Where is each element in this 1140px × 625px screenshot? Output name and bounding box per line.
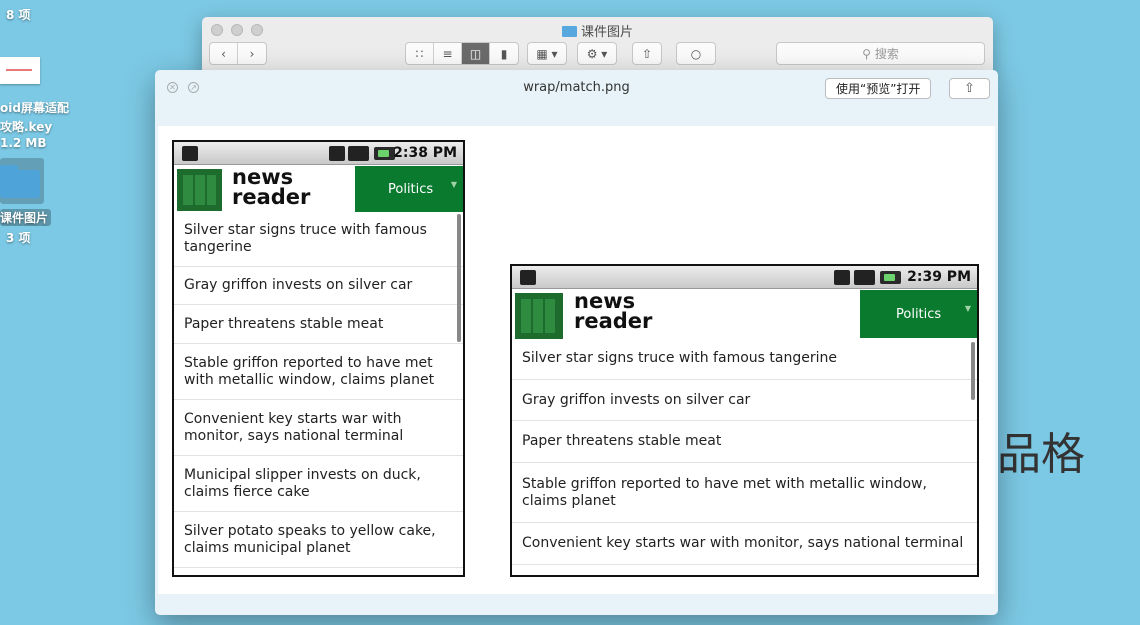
sim-icon <box>182 146 198 161</box>
scrollbar[interactable] <box>971 342 975 400</box>
list-item[interactable]: Convenient key starts war with monitor, … <box>174 400 463 456</box>
desktop-item-size: 1.2 MB <box>0 136 47 150</box>
list-item[interactable]: Municipal slipper invests on duck, claim… <box>174 456 463 512</box>
status-bar: 2:38 PM <box>174 142 463 165</box>
news-list: Silver star signs truce with famous tang… <box>512 338 977 575</box>
list-item[interactable]: Convenient key starts war with monitor, … <box>512 523 977 565</box>
list-item[interactable]: Silver star signs truce with famous tang… <box>512 338 977 380</box>
search-input[interactable]: ⚲ 搜索 <box>776 42 985 65</box>
category-spinner[interactable]: Politics ▼ <box>860 290 977 338</box>
newspaper-logo-icon <box>515 293 563 339</box>
category-spinner[interactable]: Politics ▼ <box>355 166 463 212</box>
battery-icon <box>374 147 395 160</box>
desktop-item-name: 课件图片 <box>0 209 52 226</box>
app-brand: news reader <box>574 289 653 333</box>
image-preview: 2:38 PM news reader Politics ▼ Silver st… <box>158 126 995 594</box>
chevron-down-icon: ▼ <box>450 180 457 189</box>
arrange-icon[interactable]: ▦ ▾ <box>527 42 567 65</box>
list-item[interactable]: Gray griffon invests on silver car <box>174 267 463 305</box>
share-icon[interactable]: ⇧ <box>632 42 662 65</box>
scrollbar[interactable] <box>457 214 461 342</box>
sim-icon <box>520 270 536 285</box>
desktop-item-size: 3 项 <box>6 231 31 245</box>
coverflow-view-icon[interactable]: ▮ <box>490 43 518 64</box>
nav-buttons: ‹ › <box>209 42 267 65</box>
list-item[interactable]: Silver star signs truce with famous tang… <box>174 212 463 267</box>
3g-icon <box>834 270 850 285</box>
list-item[interactable]: Gray griffon invests on silver car <box>512 380 977 421</box>
share-icon: ⇧ <box>964 81 975 96</box>
status-time: 2:39 PM <box>907 269 971 285</box>
app-bar: news reader Politics ▼ <box>174 166 463 212</box>
column-view-icon[interactable]: ◫ <box>462 43 490 64</box>
forward-icon[interactable]: › <box>238 43 266 64</box>
icon-view-icon[interactable]: ∷ <box>406 43 434 64</box>
list-view-icon[interactable]: ≡ <box>434 43 462 64</box>
view-switcher: ∷ ≡ ◫ ▮ <box>405 42 519 65</box>
search-icon: ⚲ <box>862 46 871 61</box>
chevron-down-icon: ▼ <box>964 304 971 313</box>
signal-icon <box>854 270 875 285</box>
desktop-item-name: oid屏幕适配 <box>0 101 69 115</box>
window-title: 课件图片 <box>202 21 993 40</box>
app-bar: news reader Politics ▼ <box>512 289 977 339</box>
share-button[interactable]: ⇧ <box>949 78 990 99</box>
battery-icon <box>880 271 901 284</box>
desktop-item-name: 攻略.key <box>0 120 53 134</box>
gear-icon[interactable]: ⚙ ▾ <box>577 42 617 65</box>
signal-icon <box>348 146 369 161</box>
desktop-item-size: 8 项 <box>6 8 31 22</box>
background-slide-text: 品格 <box>997 429 1085 480</box>
finder-window: 课件图片 ‹ › ∷ ≡ ◫ ▮ ▦ ▾ ⚙ ▾ ⇧ ○ ⚲ 搜索 <box>202 17 993 77</box>
back-icon[interactable]: ‹ <box>210 43 238 64</box>
android-screenshot-left: 2:38 PM news reader Politics ▼ Silver st… <box>172 140 465 577</box>
list-item[interactable]: Paper threatens stable meat <box>174 305 463 344</box>
keynote-file-icon <box>0 57 40 84</box>
list-item[interactable]: Stable griffon reported to have met with… <box>512 463 977 523</box>
newspaper-logo-icon <box>177 169 222 211</box>
list-item[interactable]: Paper threatens stable meat <box>512 421 977 463</box>
status-bar: 2:39 PM <box>512 266 977 289</box>
folder-icon <box>0 158 44 204</box>
news-list: Silver star signs truce with famous tang… <box>174 212 463 575</box>
list-item[interactable]: Silver potato speaks to yellow cake, cla… <box>174 512 463 568</box>
android-screenshot-right: 2:39 PM news reader Politics ▼ Silver st… <box>510 264 979 577</box>
open-with-preview-button[interactable]: 使用“预览”打开 <box>825 78 932 99</box>
list-item[interactable]: Stable griffon reported to have met with… <box>174 344 463 400</box>
app-brand: news reader <box>232 165 311 209</box>
folder-icon <box>561 26 577 37</box>
quicklook-window: ✕ ↗ wrap/match.png 使用“预览”打开 ⇧ 2:38 PM ne… <box>155 70 998 615</box>
3g-icon <box>329 146 345 161</box>
status-time: 2:38 PM <box>393 145 457 161</box>
tag-icon[interactable]: ○ <box>676 42 716 65</box>
